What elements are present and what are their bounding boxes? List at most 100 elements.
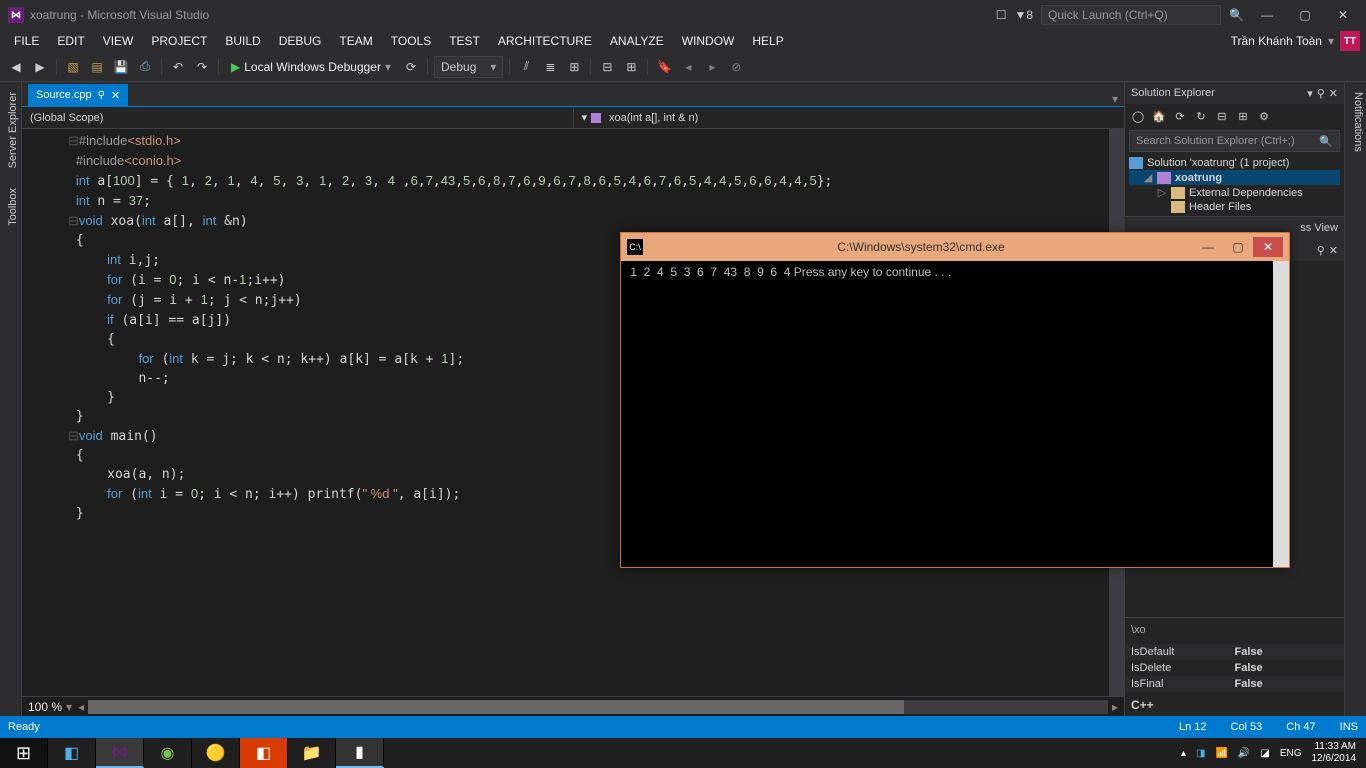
panel-menu-icon[interactable]: ▾ xyxy=(1307,87,1313,100)
menu-edit[interactable]: EDIT xyxy=(49,32,92,50)
task-visual-studio[interactable]: ⋈ xyxy=(96,738,144,768)
tree-solution[interactable]: Solution 'xoatrung' (1 project) xyxy=(1129,156,1340,170)
se-collapse-icon[interactable]: ⊟ xyxy=(1213,107,1231,125)
task-app-1[interactable]: ◧ xyxy=(48,738,96,768)
se-back-icon[interactable]: ◯ xyxy=(1129,107,1147,125)
start-debugging-button[interactable]: ▶ Local Windows Debugger ▾ xyxy=(225,56,397,78)
save-all-button[interactable]: ⎙ xyxy=(135,57,155,77)
cmd-titlebar[interactable]: C:\ C:\Windows\system32\cmd.exe — ▢ ✕ xyxy=(621,233,1289,261)
tree-header-files[interactable]: Header Files xyxy=(1129,200,1340,214)
menu-window[interactable]: WINDOW xyxy=(674,32,743,50)
refresh-button[interactable]: ⟳ xyxy=(401,57,421,77)
prop-row-isfinal[interactable]: IsFinalFalse xyxy=(1125,676,1344,692)
task-cmd[interactable]: ▮ xyxy=(336,738,384,768)
menu-build[interactable]: BUILD xyxy=(217,32,268,50)
toolbar-btn-2[interactable]: ≣ xyxy=(540,57,560,77)
cv-close-icon[interactable]: ✕ xyxy=(1329,244,1338,257)
scope-dropdown[interactable]: (Global Scope) xyxy=(22,112,573,124)
hscroll-left-icon[interactable]: ◂ xyxy=(78,700,84,714)
horizontal-scrollbar[interactable] xyxy=(88,700,1108,714)
cmd-maximize-button[interactable]: ▢ xyxy=(1223,237,1253,257)
tree-external-deps[interactable]: ▷External Dependencies xyxy=(1129,185,1340,200)
toolbar-btn-3[interactable]: ⊞ xyxy=(564,57,584,77)
task-explorer[interactable]: 📁 xyxy=(288,738,336,768)
quick-launch-input[interactable]: Quick Launch (Ctrl+Q) xyxy=(1041,5,1221,25)
tray-lang[interactable]: ENG xyxy=(1280,748,1302,759)
notifications-tab[interactable]: Notifications xyxy=(1345,88,1366,156)
pin-icon[interactable]: ⚲ xyxy=(98,90,105,101)
prop-row-isdefault[interactable]: IsDefaultFalse xyxy=(1125,644,1344,660)
editor-gutter xyxy=(22,129,62,696)
se-home-icon[interactable]: 🏠 xyxy=(1150,107,1168,125)
toolbar-btn-5[interactable]: ⊞ xyxy=(621,57,641,77)
solution-config-dropdown[interactable]: Debug ▾ xyxy=(434,56,503,78)
menu-help[interactable]: HELP xyxy=(744,32,791,50)
user-avatar-badge[interactable]: TT xyxy=(1340,31,1360,51)
menu-team[interactable]: TEAM xyxy=(331,32,380,50)
task-office[interactable]: ◧ xyxy=(240,738,288,768)
tray-expand-icon[interactable]: ▴ xyxy=(1181,748,1186,759)
toolbar-btn-6[interactable]: ◂ xyxy=(678,57,698,77)
close-button[interactable]: ✕ xyxy=(1328,5,1358,25)
menu-file[interactable]: FILE xyxy=(6,32,47,50)
left-tool-rail: Server Explorer Toolbox xyxy=(0,82,22,716)
se-showall-icon[interactable]: ⊞ xyxy=(1234,107,1252,125)
cmd-close-button[interactable]: ✕ xyxy=(1253,237,1283,257)
menu-view[interactable]: VIEW xyxy=(95,32,142,50)
tray-volume-icon[interactable]: 🔊 xyxy=(1238,748,1250,759)
redo-button[interactable]: ↷ xyxy=(192,57,212,77)
se-properties-icon[interactable]: ⚙ xyxy=(1255,107,1273,125)
cmd-scrollbar[interactable] xyxy=(1273,261,1289,567)
member-dropdown[interactable]: ▾ xoa(int a[], int & n) xyxy=(574,111,1125,124)
menu-project[interactable]: PROJECT xyxy=(143,32,215,50)
menu-tools[interactable]: TOOLS xyxy=(383,32,439,50)
flag-icon[interactable]: ▼8 xyxy=(1014,8,1033,22)
se-sync-icon[interactable]: ⟳ xyxy=(1171,107,1189,125)
tray-icon-1[interactable]: ◨ xyxy=(1196,748,1205,759)
se-refresh-icon[interactable]: ↻ xyxy=(1192,107,1210,125)
panel-close-icon[interactable]: ✕ xyxy=(1329,87,1338,100)
username-label[interactable]: Trần Khánh Toàn xyxy=(1231,34,1322,48)
toolbar-btn-8[interactable]: ⊘ xyxy=(726,57,746,77)
minimize-button[interactable]: — xyxy=(1252,5,1282,25)
menu-analyze[interactable]: ANALYZE xyxy=(602,32,672,50)
cmd-minimize-button[interactable]: — xyxy=(1193,237,1223,257)
nav-back-button[interactable]: ◀ xyxy=(6,57,26,77)
undo-button[interactable]: ↶ xyxy=(168,57,188,77)
task-app-3[interactable]: ◉ xyxy=(144,738,192,768)
feedback-icon[interactable]: ☐ xyxy=(996,8,1007,22)
window-title: xoatrung - Microsoft Visual Studio xyxy=(30,8,209,22)
menu-debug[interactable]: DEBUG xyxy=(271,32,330,50)
tray-clock[interactable]: 11:33 AM 12/6/2014 xyxy=(1312,741,1357,765)
open-file-button[interactable]: ▤ xyxy=(87,57,107,77)
toolbar-btn-7[interactable]: ▸ xyxy=(702,57,722,77)
task-chrome[interactable]: 🟡 xyxy=(192,738,240,768)
tree-project[interactable]: ◢xoatrung xyxy=(1129,170,1340,185)
start-button[interactable]: ⊞ xyxy=(0,738,48,768)
toolbar-btn-1[interactable]: ⫽ xyxy=(516,57,536,77)
cmd-window[interactable]: C:\ C:\Windows\system32\cmd.exe — ▢ ✕ 1 … xyxy=(620,232,1290,568)
cmd-body[interactable]: 1 2 4 5 3 6 7 43 8 9 6 4 Press any key t… xyxy=(621,261,1289,567)
tray-icon-2[interactable]: ◪ xyxy=(1260,748,1269,759)
search-icon[interactable]: 🔍 xyxy=(1229,8,1244,22)
panel-pin-icon[interactable]: ⚲ xyxy=(1317,87,1325,100)
solution-explorer-search[interactable]: Search Solution Explorer (Ctrl+;) 🔍 xyxy=(1129,130,1340,152)
zoom-level[interactable]: 100 % xyxy=(28,700,62,714)
toolbox-tab[interactable]: Toolbox xyxy=(0,184,21,230)
new-project-button[interactable]: ▧ xyxy=(63,57,83,77)
editor-tab-source[interactable]: Source.cpp ⚲ ✕ xyxy=(28,84,128,106)
save-button[interactable]: 💾 xyxy=(111,57,131,77)
toolbar-btn-4[interactable]: ⊟ xyxy=(597,57,617,77)
tray-network-icon[interactable]: 📶 xyxy=(1215,748,1227,759)
maximize-button[interactable]: ▢ xyxy=(1290,5,1320,25)
prop-row-isdelete[interactable]: IsDeleteFalse xyxy=(1125,660,1344,676)
hscroll-right-icon[interactable]: ▸ xyxy=(1112,700,1118,714)
tab-close-icon[interactable]: ✕ xyxy=(111,89,120,102)
tab-dropdown-icon[interactable]: ▾ xyxy=(1106,92,1124,106)
server-explorer-tab[interactable]: Server Explorer xyxy=(0,88,21,172)
bookmark-icon[interactable]: 🔖 xyxy=(654,57,674,77)
cv-pin-icon[interactable]: ⚲ xyxy=(1317,244,1325,257)
menu-test[interactable]: TEST xyxy=(441,32,488,50)
nav-forward-button[interactable]: ▶ xyxy=(30,57,50,77)
menu-architecture[interactable]: ARCHITECTURE xyxy=(490,32,600,50)
